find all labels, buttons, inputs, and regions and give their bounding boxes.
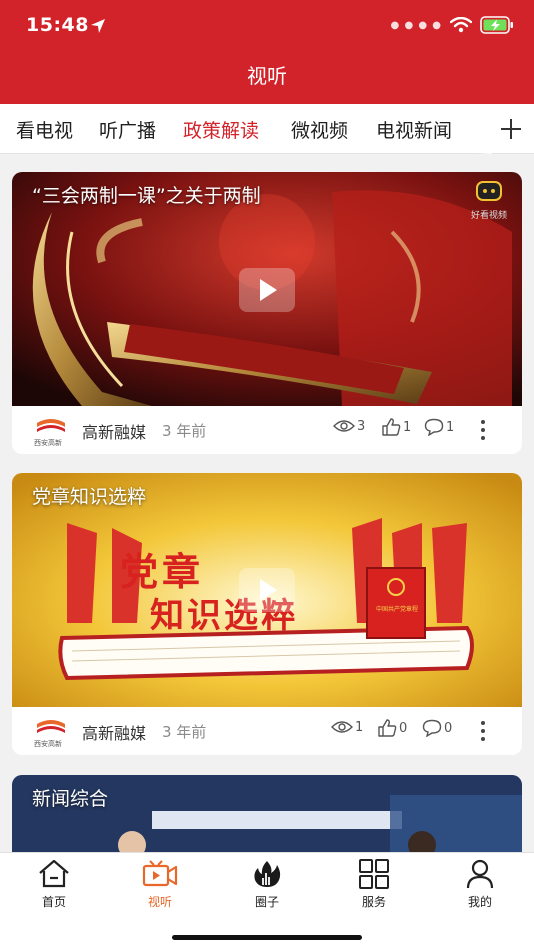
video-title: 新闻综合: [32, 788, 109, 810]
thumbs-up-icon: [382, 418, 401, 436]
like-count-value: 1: [403, 419, 412, 435]
comment-button[interactable]: 1: [424, 418, 454, 436]
comment-icon: [422, 719, 442, 737]
home-icon: [39, 859, 69, 888]
view-count: 3: [333, 418, 365, 434]
watermark-logo: [476, 181, 502, 201]
play-button[interactable]: [239, 568, 295, 612]
comment-button[interactable]: 0: [422, 719, 452, 737]
card-footer: 西安高新 高新融媒 3 年前 1 0 0: [12, 707, 522, 755]
tab-tv[interactable]: 看电视: [16, 116, 73, 143]
view-count: 1: [331, 719, 363, 735]
nav-label: 我的: [467, 895, 492, 909]
like-count-value: 0: [399, 720, 408, 736]
category-tabs: 看电视 听广播 政策解读 微视频 电视新闻: [0, 104, 534, 154]
nav-label: 服务: [361, 895, 386, 909]
source-name[interactable]: 高新融媒: [82, 720, 146, 744]
location-arrow-icon: [91, 19, 105, 33]
source-logo-text: 西安高新: [34, 439, 62, 447]
view-count-value: 1: [355, 719, 364, 735]
flame-icon: [254, 861, 281, 887]
video-icon: [142, 860, 178, 887]
publish-time: 3 年前: [162, 422, 207, 440]
play-button[interactable]: [239, 268, 295, 312]
status-indicators: ● ● ● ●: [391, 16, 514, 34]
like-button[interactable]: 0: [377, 719, 407, 737]
tab-micro-video[interactable]: 微视频: [291, 116, 348, 143]
nav-services[interactable]: 服务: [339, 859, 409, 910]
home-indicator: [172, 935, 362, 940]
add-tab-icon[interactable]: [496, 114, 526, 144]
tab-radio[interactable]: 听广播: [99, 116, 156, 143]
nav-video[interactable]: 视听: [125, 859, 195, 910]
user-icon: [466, 859, 494, 889]
publish-time: 3 年前: [162, 723, 207, 741]
thumbs-up-icon: [378, 719, 397, 737]
status-time: 15:48: [26, 14, 89, 36]
wifi-icon: [450, 17, 472, 33]
comment-icon: [424, 418, 444, 436]
nav-home[interactable]: 首页: [19, 859, 89, 910]
source-logo-text: 西安高新: [34, 740, 62, 748]
tab-policy[interactable]: 政策解读: [183, 116, 259, 143]
video-card[interactable]: 党章 知识选粹 中国共产党章程 党章知识选粹 西安高新 高新融媒 3 年前 1 …: [12, 473, 522, 755]
status-bar: 15:48 ● ● ● ●: [0, 0, 534, 52]
video-title: “三会两制一课”之关于两制: [32, 185, 261, 207]
page-title: 视听: [0, 52, 534, 104]
card-footer: 西安高新 高新融媒 3 年前 3 1 1: [12, 406, 522, 454]
nav-label: 圈子: [254, 895, 279, 909]
nav-circle[interactable]: 圈子: [232, 859, 302, 910]
watermark-text: 好看视频: [471, 211, 508, 221]
nav-label: 视听: [147, 895, 172, 909]
video-title: 党章知识选粹: [32, 486, 147, 508]
more-options-icon[interactable]: [480, 720, 486, 742]
grid-icon: [359, 859, 389, 889]
nav-label: 首页: [41, 895, 66, 909]
like-button[interactable]: 1: [381, 418, 411, 436]
more-options-icon[interactable]: [480, 419, 486, 441]
video-thumbnail[interactable]: “三会两制一课”之关于两制 好看视频: [12, 172, 522, 406]
nav-profile[interactable]: 我的: [445, 859, 515, 910]
comment-count-value: 1: [446, 419, 455, 435]
battery-charging-icon: [480, 16, 513, 34]
tab-tv-news[interactable]: 电视新闻: [376, 116, 452, 143]
eye-icon: [333, 420, 355, 432]
video-thumbnail[interactable]: 党章 知识选粹 中国共产党章程 党章知识选粹: [12, 473, 522, 707]
book-label: 中国共产党章程: [375, 606, 418, 613]
view-count-value: 3: [357, 418, 366, 434]
source-name[interactable]: 高新融媒: [82, 419, 146, 443]
comment-count-value: 0: [444, 720, 453, 736]
eye-icon: [331, 721, 353, 733]
video-card[interactable]: “三会两制一课”之关于两制 好看视频 西安高新 高新融媒 3 年前 3 1 1: [12, 172, 522, 454]
tabs-fade: [478, 104, 492, 154]
signal-icon: ● ● ● ●: [390, 19, 442, 31]
